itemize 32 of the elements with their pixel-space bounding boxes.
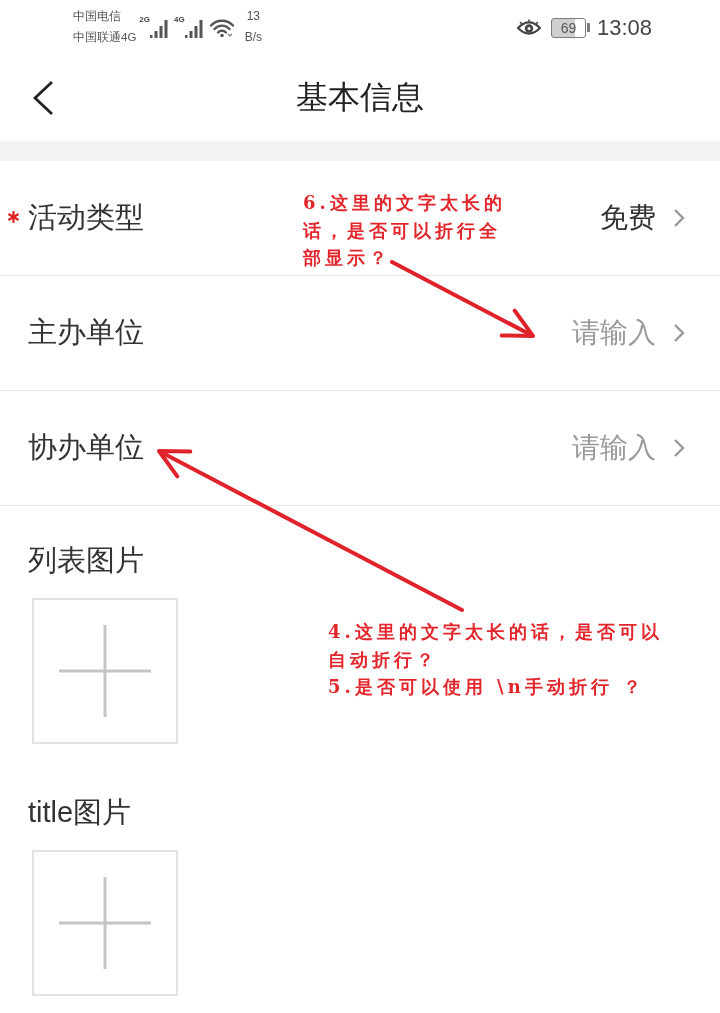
field-label: 列表图片 [28,543,144,577]
picker-row[interactable]: 主办单位 请输入 [0,276,720,391]
wifi-icon [208,17,235,38]
chevron-right-icon [673,323,685,343]
battery-indicator: 69 [550,17,590,38]
plus-icon [59,877,151,969]
annotation-note: 6.这里的文字太长的话，是否可以折行全部显示？ [303,191,507,270]
plus-icon [59,625,151,717]
annotation-note: 5.是否可以使用 \n手动折行 ？ [328,675,646,699]
carrier-name: 中国电信 [73,9,121,24]
image-upload-button[interactable] [32,598,178,744]
back-icon[interactable] [31,80,55,116]
field-label: title图片 [28,795,132,829]
eye-icon [516,18,541,37]
network-type-label: 4G [174,14,185,24]
network-speed-value: 13 [246,8,261,25]
field-label: 主办单位 [28,315,144,350]
signal-icon [150,17,168,38]
page-title: 基本信息 [296,78,424,117]
chevron-right-icon [673,208,685,228]
chevron-right-icon [673,438,685,458]
clock-time: 13:08 [596,14,652,41]
picker-row[interactable]: 协办单位 请输入 [0,391,720,506]
carrier-name: 中国联通4G [73,30,137,45]
signal-icon [184,17,203,38]
network-speed-unit: B/s [244,29,263,46]
annotation-note: 4.这里的文字太长的话，是否可以自动折行？ [328,620,664,672]
field-label: 活动类型 [28,200,144,235]
network-type-label: 2G [139,14,150,24]
image-upload-button[interactable] [32,850,178,996]
value-text[interactable]: 免费 [600,199,656,237]
field-label: 协办单位 [28,430,144,465]
